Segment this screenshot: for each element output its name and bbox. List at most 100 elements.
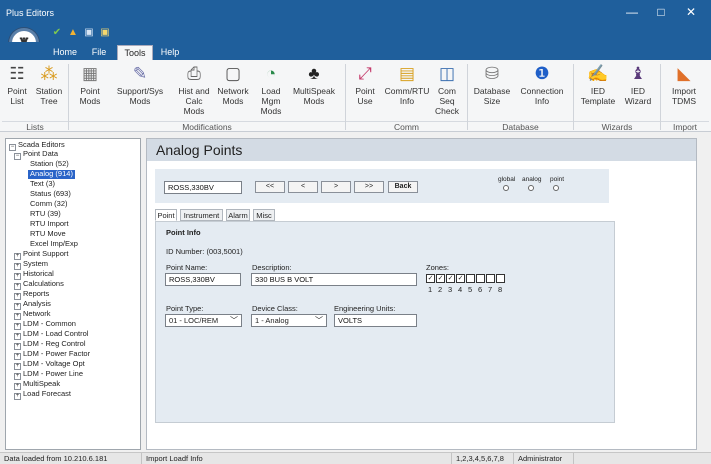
first-button[interactable]: <<: [255, 181, 285, 193]
tab-misc[interactable]: Misc: [253, 209, 275, 221]
point-type-select[interactable]: 01 - LOC/REM ﹀: [165, 314, 242, 327]
tree-text[interactable]: Text (3): [30, 179, 55, 189]
close-button[interactable]: ✕: [681, 6, 701, 18]
station-tree-icon: ⁂: [40, 64, 58, 83]
wizard-icon: ♝: [630, 64, 646, 83]
group-wizards: Wizards: [574, 121, 660, 132]
prev-button[interactable]: <: [288, 181, 318, 193]
expand-icon[interactable]: +: [14, 263, 21, 270]
support-sys-mods-button[interactable]: ✎ Support/Sys Mods: [114, 62, 166, 120]
expand-icon[interactable]: +: [14, 283, 21, 290]
expand-icon[interactable]: +: [14, 393, 21, 400]
next-button[interactable]: >: [321, 181, 351, 193]
tree-rtu[interactable]: RTU (39): [30, 209, 61, 219]
point-mods-button[interactable]: ▦ Point Mods: [74, 62, 106, 120]
expand-icon[interactable]: +: [14, 373, 21, 380]
engineering-units-input[interactable]: VOLTS: [334, 314, 417, 327]
comm-rtu-info-button[interactable]: ▤ Comm/RTU Info: [384, 62, 430, 120]
zone-checkbox-8[interactable]: [496, 274, 505, 283]
hist-calc-mods-button[interactable]: ⎙ Hist and Calc Mods: [174, 62, 214, 120]
tree-status[interactable]: Status (693): [30, 189, 71, 199]
save-all-icon[interactable]: ▣: [98, 26, 112, 40]
tree-analog[interactable]: Analog (914): [28, 169, 75, 179]
app-title: Plus Editors: [6, 8, 55, 18]
collapse-icon[interactable]: −: [14, 153, 21, 160]
tree-comm[interactable]: Comm (32): [30, 199, 68, 209]
tree-excel-imp-exp[interactable]: Excel Imp/Exp: [30, 239, 78, 249]
zone-checkbox-4[interactable]: ✓: [456, 274, 465, 283]
tab-file[interactable]: File: [85, 45, 113, 60]
zone-checkbox-3[interactable]: ✓: [446, 274, 455, 283]
ied-wizard-button[interactable]: ♝ IED Wizard: [620, 62, 656, 120]
zone-number-label: 5: [468, 285, 473, 294]
point-type-label: Point Type:: [166, 304, 204, 313]
expand-icon[interactable]: +: [14, 313, 21, 320]
tree-load-forecast[interactable]: + Load Forecast: [14, 389, 71, 400]
device-class-select[interactable]: 1 - Analog ﹀: [251, 314, 327, 327]
zone-checkbox-7[interactable]: [486, 274, 495, 283]
tree-station[interactable]: Station (52): [30, 159, 69, 169]
zone-checkbox-6[interactable]: [476, 274, 485, 283]
expand-icon[interactable]: +: [14, 293, 21, 300]
expand-icon[interactable]: +: [14, 273, 21, 280]
template-icon: ✍: [587, 64, 609, 83]
ribbon: ☷ Point List ⁂ Station Tree ▦ Point Mods ✎ Supp…: [0, 60, 711, 132]
tab-point[interactable]: Point: [155, 209, 177, 221]
expand-icon[interactable]: +: [14, 353, 21, 360]
radio-label-global: global: [498, 176, 516, 183]
expand-icon[interactable]: +: [14, 333, 21, 340]
check-icon[interactable]: ✔: [50, 26, 64, 40]
open-folder-icon[interactable]: ▲: [66, 26, 80, 40]
save-icon[interactable]: ▣: [82, 26, 96, 40]
navigation-tree[interactable]: − Scada Editors − Point Data Station (52) …: [5, 138, 141, 450]
zone-number-label: 7: [488, 285, 493, 294]
load-mgm-mods-button[interactable]: ◔ Load Mgm Mods: [256, 62, 286, 120]
radio-analog[interactable]: [528, 185, 534, 191]
point-mods-icon: ▦: [81, 64, 99, 83]
tree-rtu-import[interactable]: RTU Import: [30, 219, 69, 229]
tab-tools[interactable]: Tools: [117, 45, 153, 60]
connection-info-button[interactable]: ❶ Connection Info: [516, 62, 568, 120]
point-list-button[interactable]: ☷ Point List: [2, 62, 32, 120]
expand-icon[interactable]: +: [14, 303, 21, 310]
radio-point[interactable]: [553, 185, 559, 191]
maximize-button[interactable]: □: [651, 6, 671, 18]
station-tree-button[interactable]: ⁂ Station Tree: [33, 62, 65, 120]
zone-checkbox-1[interactable]: ✓: [426, 274, 435, 283]
point-list-icon: ☷: [9, 64, 25, 83]
expand-icon[interactable]: +: [14, 323, 21, 330]
import-tdms-button[interactable]: ◣ Import TDMS: [664, 62, 704, 120]
multispeak-mods-button[interactable]: ♣ MultiSpeak Mods: [290, 62, 338, 120]
back-button[interactable]: Back: [388, 181, 418, 193]
database-size-button[interactable]: ⛁ Database Size: [472, 62, 512, 120]
zone-checkbox-5[interactable]: [466, 274, 475, 283]
expand-icon[interactable]: +: [14, 363, 21, 370]
tab-home[interactable]: Home: [48, 45, 82, 60]
point-use-button[interactable]: ⤢ Point Use: [350, 62, 380, 120]
zone-checkbox-2[interactable]: ✓: [436, 274, 445, 283]
group-import: Import: [661, 121, 709, 132]
last-button[interactable]: >>: [354, 181, 384, 193]
expand-icon[interactable]: +: [14, 343, 21, 350]
status-zones: 1,2,3,4,5,6,7,8: [452, 453, 514, 464]
tree-rtu-move[interactable]: RTU Move: [30, 229, 66, 239]
point-name-label: Point Name:: [166, 263, 208, 272]
point-use-icon: ⤢: [358, 64, 372, 83]
expand-icon[interactable]: +: [14, 383, 21, 390]
tab-alarm[interactable]: Alarm: [226, 209, 250, 221]
network-mods-button[interactable]: ▢ Network Mods: [215, 62, 251, 120]
point-name-input[interactable]: ROSS,330BV: [165, 273, 241, 286]
point-selector-input[interactable]: ROSS,330BV: [164, 181, 242, 194]
radio-global[interactable]: [503, 185, 509, 191]
expand-icon[interactable]: +: [14, 253, 21, 260]
description-input[interactable]: 330 BUS B VOLT: [251, 273, 417, 286]
page-title: Analog Points: [147, 139, 696, 161]
group-lists: Lists: [2, 121, 68, 132]
com-seq-check-button[interactable]: ◫ Com Seq Check: [432, 62, 462, 120]
tab-instrument[interactable]: Instrument: [180, 209, 223, 221]
minimize-button[interactable]: —: [622, 6, 642, 18]
chevron-down-icon: ﹀: [230, 316, 238, 325]
ied-template-button[interactable]: ✍ IED Template: [578, 62, 618, 120]
zone-number-label: 2: [438, 285, 443, 294]
tab-help[interactable]: Help: [156, 45, 184, 60]
